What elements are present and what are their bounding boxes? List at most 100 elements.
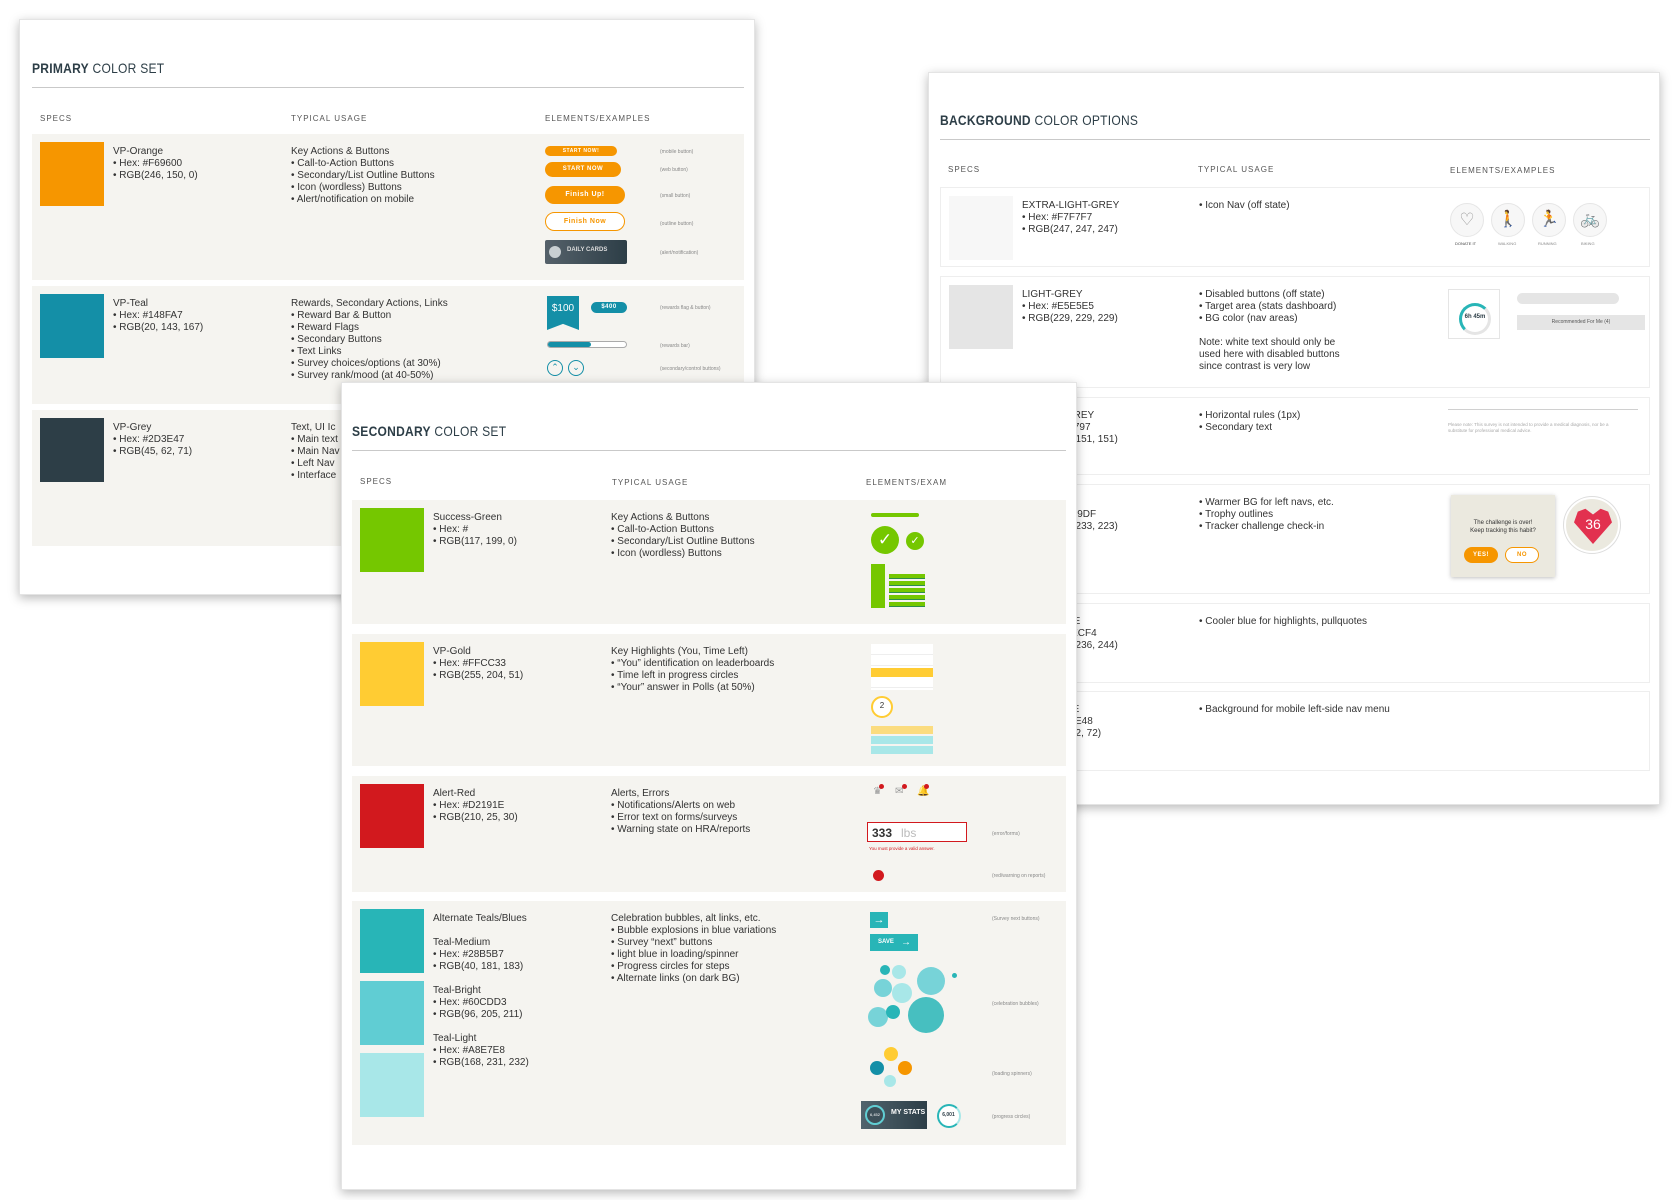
secondary-color-sheet: SECONDARY COLOR SET SPECS TYPICAL USAGE … — [341, 382, 1077, 1190]
weight-value: 333 — [872, 826, 893, 840]
warning-dot — [873, 870, 884, 881]
color-usage: Key Actions & Buttons • Call-to-Action B… — [291, 146, 435, 205]
example-rule — [1448, 409, 1638, 410]
yes-button[interactable]: YES! — [1464, 547, 1498, 563]
weight-input[interactable]: 333 lbs — [867, 822, 967, 842]
leaderboard-row — [871, 646, 933, 655]
spinner-dot — [884, 1047, 898, 1061]
color-swatch — [360, 642, 424, 706]
walking-icon[interactable]: 🚶 — [1491, 203, 1525, 237]
poll-answer-bar — [871, 736, 933, 744]
trophy-badge: 36 — [1564, 497, 1620, 553]
color-spec: Alternate Teals/Blues Teal-Medium • Hex:… — [433, 913, 529, 1068]
bubble — [868, 1007, 888, 1027]
disabled-button — [1517, 293, 1619, 304]
leaderboard-row-you — [871, 668, 933, 677]
color-usage: • Cooler blue for highlights, pullquotes — [1199, 616, 1368, 627]
start-now-web-button[interactable]: START NOW — [545, 162, 621, 177]
green-bar-chart-rows — [889, 574, 925, 608]
stats-circle: 6,452 — [865, 1105, 885, 1125]
col-usage: TYPICAL USAGE — [291, 114, 368, 123]
heart-icon[interactable]: ♡ — [1450, 203, 1484, 237]
example-note: (progress circles) — [992, 1114, 1031, 1120]
message-alert-icon[interactable]: ✉ — [895, 784, 907, 797]
challenge-card: The challenge is over! Keep tracking thi… — [1451, 495, 1555, 577]
example-note: (outline button) — [660, 221, 694, 227]
save-button[interactable]: SAVE → — [870, 934, 918, 951]
color-spec: VP-Gold • Hex: #FFCC33 • RGB(255, 204, 5… — [433, 646, 524, 681]
example-note: (red/warning on reports) — [992, 873, 1046, 879]
finish-up-button[interactable]: Finish Up! — [545, 186, 625, 204]
start-now-mobile-button[interactable]: START NOW! — [545, 146, 617, 156]
chevron-down-icon[interactable]: ⌄ — [568, 360, 584, 376]
example-note: (alert/notification) — [660, 250, 699, 256]
color-spec: VP-Grey • Hex: #2D3E47 • RGB(45, 62, 71) — [113, 422, 193, 457]
checkmark-small-icon[interactable]: ✓ — [906, 532, 924, 550]
color-row-red: Alert-Red • Hex: #D2191E • RGB(210, 25, … — [352, 776, 1066, 892]
color-spec: VP-Teal • Hex: #148FA7 • RGB(20, 143, 16… — [113, 298, 204, 333]
no-button[interactable]: NO — [1505, 547, 1539, 563]
sheet-title: SECONDARY COLOR SET — [352, 423, 506, 439]
example-note: (mobile button) — [660, 149, 694, 155]
poll-answer-bar — [871, 746, 933, 754]
color-usage: • Disabled buttons (off state) • Target … — [1199, 289, 1340, 372]
weight-unit: lbs — [901, 826, 917, 840]
col-examples: ELEMENTS/EXAMPLES — [1450, 166, 1556, 175]
recommended-bar[interactable]: Recommended For Me (4) — [1517, 315, 1645, 330]
title-light: COLOR OPTIONS — [1034, 112, 1139, 128]
time-left-circle: 2 — [871, 696, 893, 718]
example-note: (error/forms) — [992, 831, 1020, 837]
col-specs: SPECS — [40, 114, 73, 123]
color-row-teals: Alternate Teals/Blues Teal-Medium • Hex:… — [352, 901, 1066, 1145]
reward-button[interactable]: $400 — [591, 302, 627, 313]
color-swatch — [949, 196, 1013, 260]
biking-icon[interactable]: 🚲 — [1573, 203, 1607, 237]
color-usage: Rewards, Secondary Actions, Links • Rewa… — [291, 298, 448, 381]
example-note: (celebration bubbles) — [992, 1001, 1039, 1007]
steps-progress-circle: 6,001 — [937, 1104, 961, 1128]
color-swatch-teal-bright — [360, 981, 424, 1045]
save-label: SAVE — [878, 939, 894, 945]
celebration-bubbles — [862, 961, 962, 1041]
reward-bar-fill — [548, 342, 591, 347]
color-usage: Alerts, Errors • Notifications/Alerts on… — [611, 788, 751, 835]
example-note: (small button) — [660, 193, 691, 199]
daily-cards-label: DAILY CARDS — [567, 247, 608, 253]
reward-bar — [547, 341, 627, 348]
next-arrow-button[interactable]: → — [870, 912, 888, 928]
trophy-alert-icon[interactable]: ♛ — [873, 784, 884, 797]
running-icon[interactable]: 🏃 — [1532, 203, 1566, 237]
color-row-green: Success-Green • Hex: # • RGB(117, 199, 0… — [352, 500, 1066, 624]
stats-circle-value: 6,452 — [869, 1112, 880, 1117]
notification-icon — [549, 246, 561, 258]
bell-alert-icon[interactable]: 🔔 — [917, 784, 929, 797]
chevron-up-icon[interactable]: ⌃ — [547, 360, 563, 376]
sleep-value: 6h 45m — [1464, 314, 1486, 320]
color-spec: LIGHT-GREY • Hex: #E5E5E5 • RGB(229, 229… — [1022, 289, 1118, 324]
arrow-right-icon: → — [901, 937, 911, 948]
daily-cards-notification: DAILY CARDS — [545, 240, 627, 264]
recommended-label: Recommended For Me (4) — [1551, 319, 1611, 325]
reward-flag: $100 — [547, 296, 579, 330]
checkmark-large-icon[interactable]: ✓ — [871, 526, 899, 554]
challenge-text: The challenge is over! Keep tracking thi… — [1470, 520, 1536, 534]
bubble — [892, 965, 906, 979]
reward-flag-value: $100 — [551, 303, 575, 314]
col-usage: TYPICAL USAGE — [1198, 165, 1275, 174]
green-bar-chart — [871, 564, 885, 608]
icon-label: BIKING — [1581, 241, 1595, 246]
finish-now-outline-button[interactable]: Finish Now — [545, 212, 625, 231]
color-usage: Celebration bubbles, alt links, etc. • B… — [611, 913, 777, 984]
col-specs: SPECS — [360, 477, 393, 486]
my-stats-card: 6,452 MY STATS — [861, 1101, 927, 1129]
color-usage: Text, UI Ic • Main text • Main Nav • Lef… — [291, 422, 340, 481]
title-rule — [940, 139, 1650, 140]
my-stats-label: MY STATS — [891, 1109, 926, 1116]
title-bold: BACKGROUND — [940, 112, 1031, 128]
color-swatch — [949, 285, 1013, 349]
title-rule — [32, 87, 744, 88]
col-examples: ELEMENTS/EXAMPLES — [545, 114, 651, 123]
color-usage: Key Highlights (You, Time Left) • “You” … — [611, 646, 775, 693]
medical-note: Please note: This survey is not intended… — [1448, 422, 1609, 433]
loading-spinner — [870, 1047, 916, 1089]
